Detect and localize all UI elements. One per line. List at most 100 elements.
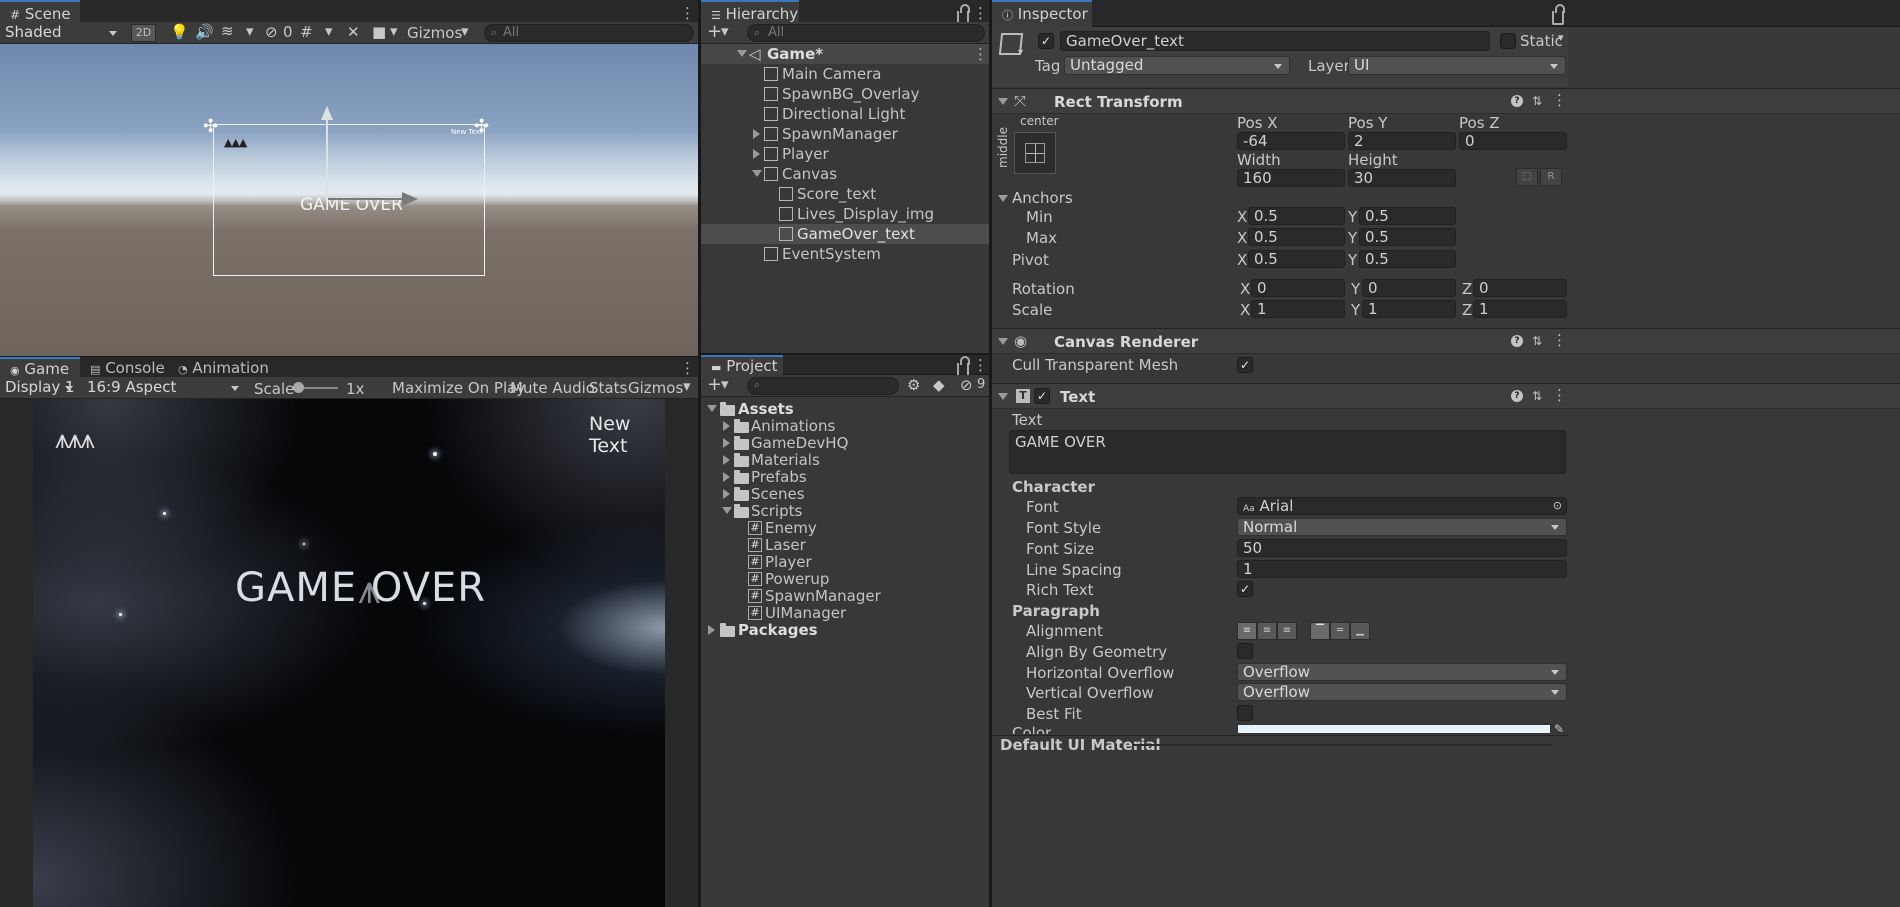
expand-arrow-icon[interactable] bbox=[723, 455, 730, 465]
help-icon[interactable]: ? bbox=[1511, 95, 1523, 107]
hierarchy-item[interactable]: SpawnManager bbox=[701, 124, 989, 144]
scene-viewport[interactable]: New Text ▲▲▲ GAME OVER ✣ ✣ bbox=[0, 44, 698, 356]
font-size-field[interactable]: 50 bbox=[1237, 539, 1567, 557]
tab-game[interactable]: ◉ Game bbox=[0, 357, 80, 379]
presets-icon[interactable]: ⇅ bbox=[1532, 335, 1545, 347]
anchors-expand-icon[interactable] bbox=[998, 195, 1008, 202]
blueprint-mode-button[interactable]: ⬚ bbox=[1516, 168, 1538, 186]
canvas-renderer-header[interactable]: ◉ Canvas Renderer ? ⇅ ⋮ bbox=[992, 328, 1900, 354]
filter-label-icon[interactable]: ◆ bbox=[933, 376, 945, 394]
mode-2d-button[interactable]: 2D bbox=[131, 24, 156, 42]
gizmos-button[interactable]: Gizmos bbox=[628, 379, 683, 397]
grid-snap-icon[interactable]: # bbox=[300, 23, 313, 41]
presets-icon[interactable]: ⇅ bbox=[1532, 390, 1545, 402]
align-top-button[interactable]: ▔ bbox=[1310, 622, 1330, 640]
scale-x-field[interactable]: 1 bbox=[1251, 300, 1345, 318]
object-name-input[interactable]: GameOver_text bbox=[1060, 31, 1490, 51]
layer-dropdown[interactable]: UI bbox=[1348, 56, 1566, 75]
scene-root-menu-icon[interactable]: ⋮ bbox=[973, 45, 988, 63]
vertical-overflow-dropdown[interactable]: Overflow bbox=[1237, 683, 1567, 701]
height-field[interactable]: 30 bbox=[1348, 169, 1456, 187]
component-menu-icon[interactable]: ⋮ bbox=[1552, 331, 1567, 349]
hierarchy-item[interactable]: Player bbox=[701, 144, 989, 164]
hierarchy-search-input[interactable]: ⌕ All bbox=[747, 24, 985, 42]
scale-y-field[interactable]: 1 bbox=[1362, 300, 1456, 318]
move-y-arrow-icon[interactable] bbox=[321, 106, 333, 120]
anchor-min-y-field[interactable]: 0.5 bbox=[1359, 207, 1456, 225]
anchor-max-x-field[interactable]: 0.5 bbox=[1248, 228, 1345, 246]
eyedropper-icon[interactable]: ✎ bbox=[1554, 722, 1564, 736]
component-menu-icon[interactable]: ⋮ bbox=[1552, 91, 1567, 109]
move-x-arrow-icon[interactable] bbox=[402, 192, 418, 206]
component-menu-icon[interactable]: ⋮ bbox=[1552, 386, 1567, 404]
tab-console[interactable]: ▤ Console bbox=[80, 357, 175, 379]
hierarchy-scene-root[interactable]: ◁ Game* ⋮ bbox=[701, 44, 989, 64]
audio-icon[interactable]: 🔊 bbox=[195, 23, 214, 41]
align-middle-button[interactable]: ═ bbox=[1330, 622, 1350, 640]
color-swatch[interactable] bbox=[1237, 724, 1551, 734]
anchor-min-x-field[interactable]: 0.5 bbox=[1248, 207, 1345, 225]
maximize-on-play-button[interactable]: Maximize On Play bbox=[392, 379, 525, 397]
hierarchy-item[interactable]: Main Camera bbox=[701, 64, 989, 84]
add-dropdown-icon[interactable]: ▾ bbox=[721, 375, 729, 393]
anchor-presets-button[interactable] bbox=[1014, 132, 1056, 174]
material-dropdown-icon[interactable]: ▾ bbox=[1116, 736, 1122, 749]
hierarchy-item[interactable]: Lives_Display_img bbox=[701, 204, 989, 224]
add-dropdown-icon[interactable]: ▾ bbox=[721, 22, 729, 40]
raw-edit-button[interactable]: R bbox=[1540, 168, 1562, 186]
tab-animation[interactable]: ◔ Animation bbox=[168, 357, 279, 379]
align-geometry-checkbox[interactable] bbox=[1237, 643, 1253, 659]
text-enabled-checkbox[interactable]: ✓ bbox=[1034, 388, 1050, 404]
gizmos-dropdown-icon[interactable]: ▾ bbox=[683, 377, 691, 395]
hierarchy-item[interactable]: SpawnBG_Overlay bbox=[701, 84, 989, 104]
hierarchy-item-selected[interactable]: GameOver_text bbox=[701, 224, 989, 244]
camera-icon[interactable]: ■ bbox=[372, 23, 386, 41]
project-packages-root[interactable]: Packages bbox=[701, 620, 989, 640]
text-component-header[interactable]: T ✓ Text ? ⇅ ⋮ bbox=[992, 383, 1900, 409]
collapse-arrow-icon[interactable] bbox=[998, 338, 1008, 345]
rich-text-checkbox[interactable]: ✓ bbox=[1237, 581, 1253, 597]
lock-icon[interactable] bbox=[1552, 4, 1565, 25]
collapse-arrow-icon[interactable] bbox=[998, 98, 1008, 105]
align-left-button[interactable]: ≡ bbox=[1237, 622, 1257, 640]
icon-dropdown-icon[interactable]: ▾ bbox=[1018, 47, 1023, 58]
font-object-field[interactable]: Aa Arial ⊙ bbox=[1237, 497, 1567, 515]
rotation-x-field[interactable]: 0 bbox=[1251, 279, 1345, 297]
best-fit-checkbox[interactable] bbox=[1237, 705, 1253, 721]
expand-arrow-icon[interactable] bbox=[723, 421, 730, 431]
move-y-gizmo[interactable] bbox=[326, 114, 328, 198]
effects-icon[interactable]: ≋ bbox=[221, 22, 234, 40]
mute-audio-button[interactable]: Mute Audio bbox=[510, 379, 595, 397]
gizmos-dropdown-icon[interactable]: ▾ bbox=[461, 22, 469, 40]
posx-field[interactable]: -64 bbox=[1237, 132, 1345, 150]
game-viewport[interactable]: ⩚⩚⩚ New Text GAME OVER ⩚ bbox=[33, 399, 665, 907]
hierarchy-menu-icon[interactable]: ⋮ bbox=[973, 4, 988, 22]
rotation-y-field[interactable]: 0 bbox=[1362, 279, 1456, 297]
move-x-gizmo[interactable] bbox=[328, 198, 404, 200]
gizmos-button[interactable]: Gizmos bbox=[407, 24, 462, 42]
align-bottom-button[interactable]: ▁ bbox=[1350, 622, 1370, 640]
tab-inspector[interactable]: ⓘ Inspector bbox=[992, 0, 1092, 27]
pivot-y-field[interactable]: 0.5 bbox=[1359, 250, 1456, 268]
expand-arrow-icon[interactable] bbox=[723, 489, 730, 499]
expand-arrow-icon[interactable] bbox=[723, 472, 730, 482]
scale-z-field[interactable]: 1 bbox=[1473, 300, 1567, 318]
display-dropdown[interactable]: Display 1 bbox=[0, 378, 80, 398]
expand-arrow-icon[interactable] bbox=[707, 405, 717, 412]
scene-search-input[interactable]: ⌕ All bbox=[484, 24, 694, 42]
expand-arrow-icon[interactable] bbox=[753, 149, 760, 159]
anchor-icon-left[interactable]: ✣ bbox=[203, 116, 218, 137]
add-icon[interactable]: + bbox=[707, 374, 722, 395]
hierarchy-item[interactable]: EventSystem bbox=[701, 244, 989, 264]
expand-arrow-icon[interactable] bbox=[753, 129, 760, 139]
help-icon[interactable]: ? bbox=[1511, 335, 1523, 347]
project-search-input[interactable]: ⌕ bbox=[747, 377, 899, 395]
anchor-icon-right[interactable]: ✣ bbox=[474, 116, 489, 137]
add-icon[interactable]: + bbox=[707, 21, 722, 42]
rect-transform-header[interactable]: ⤧ Rect Transform ? ⇅ ⋮ bbox=[992, 88, 1900, 114]
text-content-area[interactable]: GAME OVER bbox=[1009, 430, 1566, 474]
shading-dropdown[interactable]: Shaded bbox=[0, 23, 124, 43]
collapse-arrow-icon[interactable] bbox=[998, 393, 1008, 400]
rotation-z-field[interactable]: 0 bbox=[1473, 279, 1567, 297]
static-dropdown-icon[interactable]: ▾ bbox=[1558, 31, 1564, 44]
